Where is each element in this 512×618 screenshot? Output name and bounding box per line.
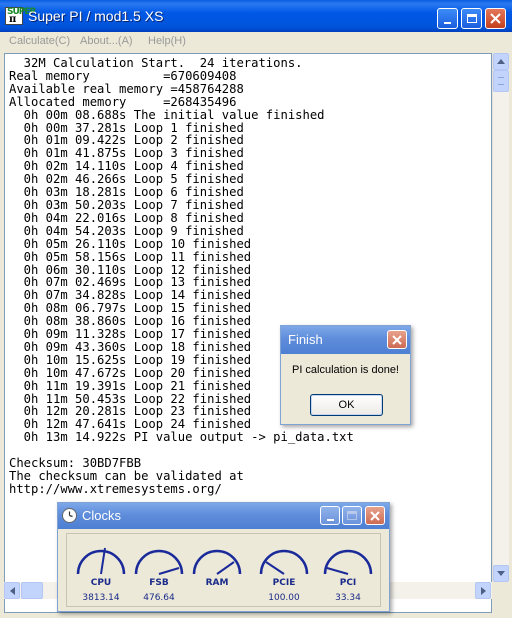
calculation-log: 32M Calculation Start. 24 iterations. Rea… <box>9 57 354 496</box>
title-bar[interactable]: SUPER π Super PI / mod1.5 XS <box>0 0 512 32</box>
log-line: 0h 13m 14.922s PI value output -> pi_dat… <box>9 430 354 445</box>
pcie-label: PCIE <box>272 578 296 588</box>
log-line: 0h 03m 50.203s Loop 7 finished <box>9 197 244 212</box>
log-line: 0h 04m 54.203s Loop 9 finished <box>9 223 244 238</box>
maximize-icon <box>466 14 477 23</box>
log-line: 0h 05m 26.110s Loop 10 finished <box>9 236 252 251</box>
horizontal-scroll-thumb[interactable] <box>21 582 43 599</box>
log-line: The checksum can be validated at <box>9 469 244 483</box>
super-pi-app-icon[interactable]: SUPER π <box>5 7 36 25</box>
arrow-left-icon <box>9 586 15 595</box>
pcie-gauge: PCIE 100.00 <box>255 534 313 606</box>
log-line: 32M Calculation Start. 24 iterations. <box>9 56 303 70</box>
pci-dial <box>323 549 373 575</box>
fsb-value: 476.64 <box>143 593 175 603</box>
log-line: 0h 00m 08.688s The initial value finishe… <box>9 107 325 122</box>
pci-gauge: PCI 33.34 <box>319 534 377 606</box>
scroll-up-button[interactable] <box>493 53 509 70</box>
log-line: http://www.xtremesystems.org/ <box>9 481 222 496</box>
clocks-title: Clocks <box>82 508 122 523</box>
pcie-dial <box>259 549 309 575</box>
ram-gauge: RAM <box>188 534 246 606</box>
minimize-icon <box>444 21 451 24</box>
clocks-panel: CPU 3813.14 FSB 476.64 RAM PCIE 100.00 P… <box>66 533 381 607</box>
fsb-label: FSB <box>149 578 169 588</box>
clocks-maximize-button[interactable] <box>342 506 362 525</box>
log-line: Real memory =670609408 <box>9 68 237 83</box>
close-button[interactable] <box>485 8 506 29</box>
fsb-dial <box>134 549 184 575</box>
pci-label: PCI <box>339 578 357 588</box>
finish-message: PI calculation is done! <box>291 364 399 376</box>
menu-about[interactable]: About...(A) <box>80 35 133 47</box>
scroll-thumb[interactable] <box>493 70 509 92</box>
arrow-up-icon <box>497 59 505 64</box>
log-line: 0h 04m 22.016s Loop 8 finished <box>9 210 244 225</box>
pci-value: 33.34 <box>335 593 361 603</box>
clocks-close-button[interactable] <box>365 506 385 525</box>
clocks-minimize-button[interactable] <box>320 506 340 525</box>
close-icon <box>370 510 380 521</box>
clocks-window: Clocks CPU 3813.14 FSB 476.64 RAM PCIE 1… <box>57 502 390 612</box>
ram-label: RAM <box>205 578 229 588</box>
maximize-button[interactable] <box>461 8 482 29</box>
finish-close-button[interactable] <box>387 330 407 349</box>
pcie-value: 100.00 <box>268 593 300 603</box>
vertical-scrollbar[interactable] <box>492 53 509 583</box>
minimize-icon <box>326 518 334 521</box>
menu-help[interactable]: Help(H) <box>148 35 186 47</box>
cpu-gauge: CPU 3813.14 <box>72 534 130 606</box>
fsb-gauge: FSB 476.64 <box>130 534 188 606</box>
minimize-button[interactable] <box>437 8 458 29</box>
menu-bar: Calculate(C) About...(A) Help(H) <box>0 32 512 52</box>
finish-title-bar[interactable]: Finish <box>281 326 410 354</box>
clocks-title-bar[interactable]: Clocks <box>58 503 389 529</box>
size-grip[interactable] <box>492 582 509 599</box>
ram-dial <box>192 549 242 575</box>
ok-button[interactable]: OK <box>310 394 383 416</box>
arrow-right-icon <box>480 586 486 595</box>
cpu-dial <box>76 547 126 575</box>
log-line: 0h 05m 58.156s Loop 11 finished <box>9 249 252 264</box>
scroll-down-button[interactable] <box>493 565 509 582</box>
menu-calculate[interactable]: Calculate(C) <box>9 35 70 47</box>
clock-icon <box>62 508 77 523</box>
cpu-label: CPU <box>90 578 112 588</box>
log-line: Available real memory =458764288 <box>9 81 244 96</box>
arrow-down-icon <box>497 571 505 576</box>
scroll-right-button[interactable] <box>475 582 491 599</box>
finish-dialog: Finish PI calculation is done! OK <box>280 325 411 425</box>
log-line: Allocated memory =268435496 <box>9 94 237 109</box>
close-icon <box>490 13 501 24</box>
maximize-icon <box>347 511 357 520</box>
close-icon <box>392 334 402 345</box>
scroll-left-button[interactable] <box>4 582 20 599</box>
finish-dialog-title: Finish <box>288 332 323 347</box>
window-title: Super PI / mod1.5 XS <box>28 8 164 24</box>
